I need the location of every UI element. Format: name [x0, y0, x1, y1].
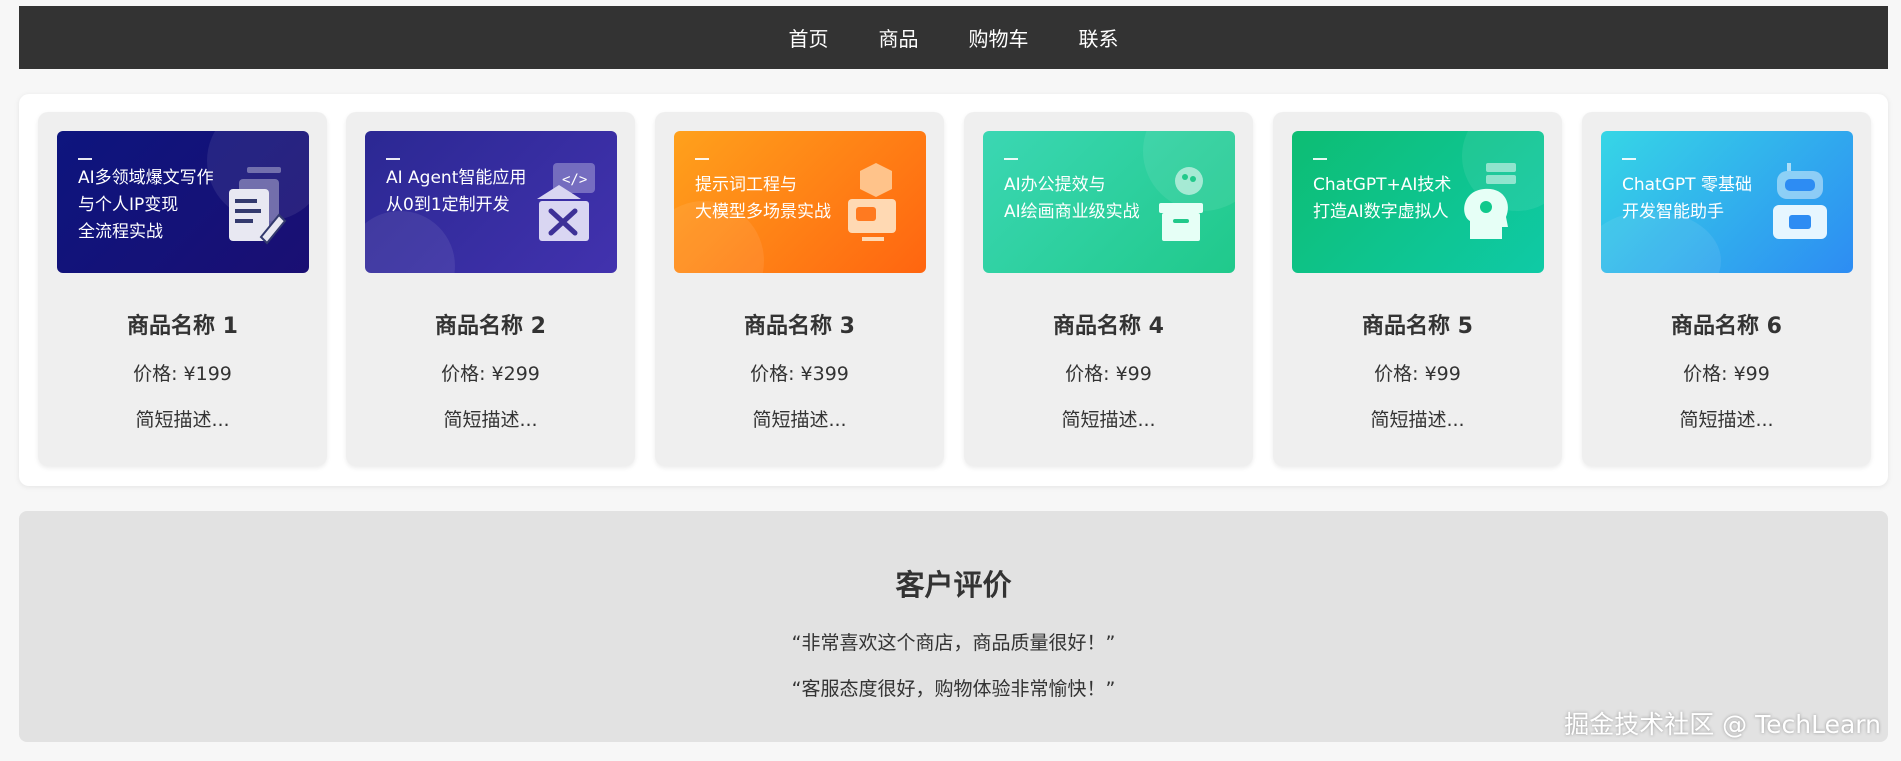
product-title[interactable]: 商品名称 2 — [346, 308, 635, 340]
watermark: 掘金技术社区 @ TechLearn — [1564, 710, 1881, 739]
product-banner[interactable]: AI多领域爆文写作 与个人IP变现 全流程实战 — [57, 131, 309, 273]
product-card[interactable]: ChatGPT 零基础 开发智能助手 商品名称 6 价格: ¥99 简短描述..… — [1582, 112, 1871, 466]
product-title[interactable]: 商品名称 1 — [38, 308, 327, 340]
top-navbar: 首页 商品 购物车 联系 — [19, 6, 1888, 69]
product-description: 简短描述... — [1061, 409, 1156, 431]
toolbox-icon: </> — [537, 163, 595, 241]
product-price: 价格: ¥99 — [1065, 363, 1152, 385]
chat-monitor-icon — [848, 163, 896, 241]
product-description: 简短描述... — [443, 409, 538, 431]
product-price: 价格: ¥399 — [750, 363, 849, 385]
product-banner[interactable]: ChatGPT 零基础 开发智能助手 — [1601, 131, 1853, 273]
product-section: AI多领域爆文写作 与个人IP变现 全流程实战 商品名称 1 价格: ¥199 … — [19, 94, 1888, 486]
product-banner[interactable]: 提示词工程与 大模型多场景实战 — [674, 131, 926, 273]
nav-home-link[interactable]: 首页 — [789, 23, 829, 52]
product-banner[interactable]: AI办公提效与 AI绘画商业级实战 — [983, 131, 1235, 273]
product-price: 价格: ¥299 — [441, 363, 540, 385]
product-price: 价格: ¥199 — [133, 363, 232, 385]
product-description: 简短描述... — [752, 409, 847, 431]
reviews-title: 客户评价 — [895, 568, 1012, 602]
product-card[interactable]: AI多领域爆文写作 与个人IP变现 全流程实战 商品名称 1 价格: ¥199 … — [38, 112, 327, 466]
product-price: 价格: ¥99 — [1374, 363, 1461, 385]
review-quote: “非常喜欢这个商店，商品质量很好！” — [791, 632, 1116, 654]
banner-text: AI多领域爆文写作 — [78, 168, 214, 188]
document-pen-icon — [229, 167, 287, 245]
product-price: 价格: ¥99 — [1683, 363, 1770, 385]
product-title[interactable]: 商品名称 5 — [1273, 308, 1562, 340]
banner-text: 与个人IP变现 — [78, 195, 179, 215]
product-title[interactable]: 商品名称 3 — [655, 308, 944, 340]
svg-text:</>: </> — [562, 172, 587, 188]
nav-products-link[interactable]: 商品 — [879, 23, 919, 52]
product-card[interactable]: 提示词工程与 大模型多场景实战 商品名称 3 价格: ¥399 简短描述... — [655, 112, 944, 466]
product-card[interactable]: AI办公提效与 AI绘画商业级实战 商品名称 4 价格: ¥99 简短描述... — [964, 112, 1253, 466]
product-description: 简短描述... — [1370, 409, 1465, 431]
product-description: 简短描述... — [1679, 409, 1774, 431]
head-chip-icon — [1464, 163, 1516, 239]
product-title[interactable]: 商品名称 4 — [964, 308, 1253, 340]
banner-text: 全流程实战 — [78, 222, 163, 242]
nav-cart-link[interactable]: 购物车 — [969, 23, 1029, 52]
palette-box-icon — [1159, 167, 1203, 241]
product-banner[interactable]: AI Agent智能应用 从0到1定制开发 </> — [365, 131, 617, 273]
product-card[interactable]: AI Agent智能应用 从0到1定制开发 </> 商品名称 2 价格: ¥29… — [346, 112, 635, 466]
product-card[interactable]: ChatGPT+AI技术 打造AI数字虚拟人 商品名称 5 价格: ¥99 简短… — [1273, 112, 1562, 466]
nav-contact-link[interactable]: 联系 — [1079, 23, 1119, 52]
product-banner[interactable]: ChatGPT+AI技术 打造AI数字虚拟人 — [1292, 131, 1544, 273]
product-description: 简短描述... — [135, 409, 230, 431]
robot-chat-icon — [1773, 163, 1827, 239]
review-quote: “客服态度很好，购物体验非常愉快！” — [791, 678, 1116, 700]
product-title[interactable]: 商品名称 6 — [1582, 308, 1871, 340]
